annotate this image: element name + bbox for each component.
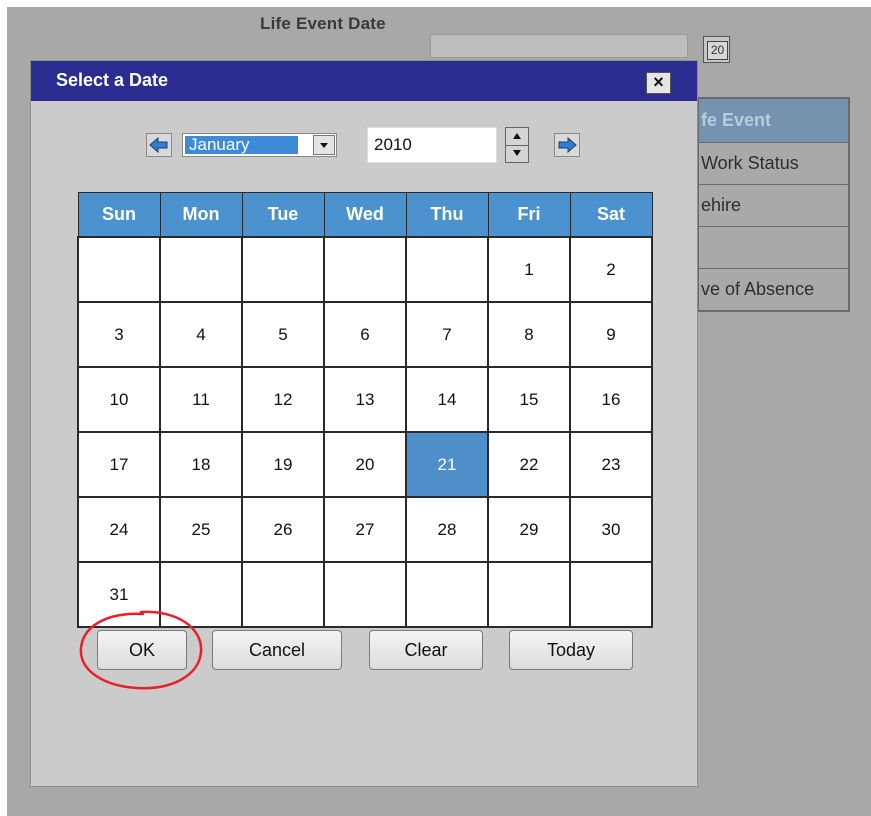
calendar-day-cell-selected[interactable]: 21 [405,431,489,498]
calendar-day-cell[interactable]: 12 [241,366,325,433]
calendar-day-cell[interactable]: 19 [241,431,325,498]
today-button[interactable]: Today [509,630,633,670]
year-spinner [505,127,529,163]
calendar-day-cell[interactable] [159,561,243,628]
calendar-grid: Sun Mon Tue Wed Thu Fri Sat 1 2 3 4 5 6 … [77,192,653,628]
calendar-day-cell[interactable]: 2 [569,236,653,303]
calendar-day-cell[interactable]: 23 [569,431,653,498]
calendar-day-cell[interactable] [405,561,489,628]
weekday-header: Wed [323,192,407,238]
life-event-date-label: Life Event Date [260,14,386,33]
calendar-day-cell[interactable] [159,236,243,303]
weekday-header: Fri [487,192,571,238]
calendar-day-cell[interactable]: 4 [159,301,243,368]
calendar-day-cell[interactable] [487,561,571,628]
year-decrement-button[interactable] [506,145,528,162]
calendar-week-row: 10 11 12 13 14 15 16 [77,366,653,433]
calendar-day-cell[interactable]: 29 [487,496,571,563]
calendar-day-cell[interactable]: 13 [323,366,407,433]
calendar-day-cell[interactable]: 18 [159,431,243,498]
calendar-day-cell[interactable]: 5 [241,301,325,368]
calendar-day-cell[interactable]: 15 [487,366,571,433]
spinner-down-icon [513,150,521,156]
calendar-day-cell[interactable]: 24 [77,496,161,563]
calendar-day-cell[interactable] [241,561,325,628]
weekday-header: Mon [159,192,243,238]
close-icon: × [653,72,664,92]
calendar-day-cell[interactable]: 1 [487,236,571,303]
calendar-day-cell[interactable]: 6 [323,301,407,368]
calendar-day-cell[interactable]: 27 [323,496,407,563]
calendar-icon-text: 20 [707,41,728,60]
calendar-day-cell[interactable] [323,561,407,628]
life-event-table-row: ehire [699,185,848,227]
weekday-header: Sat [569,192,653,238]
calendar-icon: 20 [703,36,730,63]
cancel-button[interactable]: Cancel [212,630,342,670]
calendar-day-cell[interactable] [323,236,407,303]
calendar-day-cell[interactable]: 31 [77,561,161,628]
life-event-table-header: fe Event [699,99,848,143]
calendar-day-cell[interactable]: 9 [569,301,653,368]
weekday-header: Tue [241,192,325,238]
life-event-table-row [699,227,848,269]
calendar-day-cell[interactable]: 8 [487,301,571,368]
weekday-header: Thu [405,192,489,238]
year-increment-button[interactable] [506,128,528,146]
calendar-day-cell[interactable] [405,236,489,303]
calendar-day-cell[interactable]: 20 [323,431,407,498]
calendar-day-cell[interactable]: 30 [569,496,653,563]
calendar-day-cell[interactable]: 28 [405,496,489,563]
calendar-week-row: 1 2 [77,236,653,303]
calendar-day-cell[interactable]: 22 [487,431,571,498]
life-event-date-input [430,34,688,58]
month-value: January [185,136,298,154]
calendar-day-cell[interactable]: 16 [569,366,653,433]
calendar-day-cell[interactable]: 3 [77,301,161,368]
calendar-week-row: 3 4 5 6 7 8 9 [77,301,653,368]
dialog-title-bar[interactable]: Select a Date × [31,61,697,101]
calendar-day-cell[interactable]: 25 [159,496,243,563]
calendar-day-cell[interactable] [77,236,161,303]
life-event-table: fe Event Work Status ehire ve of Absence [697,97,850,312]
month-dropdown-button[interactable] [313,135,335,155]
ok-button[interactable]: OK [97,630,187,670]
calendar-day-cell[interactable] [569,561,653,628]
calendar-day-cell[interactable] [241,236,325,303]
weekday-header-row: Sun Mon Tue Wed Thu Fri Sat [77,192,653,238]
life-event-table-row: ve of Absence [701,279,815,299]
calendar-day-cell[interactable]: 26 [241,496,325,563]
date-picker-dialog: Select a Date × January 2010 Sun Mon Tue… [30,60,698,787]
weekday-header: Sun [77,192,161,238]
calendar-day-cell[interactable]: 17 [77,431,161,498]
calendar-day-cell[interactable]: 7 [405,301,489,368]
arrow-left-icon [149,136,168,154]
life-event-table-row: Work Status [699,143,848,185]
arrow-right-icon [558,136,577,154]
chevron-down-icon [320,143,328,148]
calendar-week-row: 17 18 19 20 21 22 23 [77,431,653,498]
year-input[interactable]: 2010 [367,127,497,163]
clear-button[interactable]: Clear [369,630,483,670]
month-select[interactable]: January [182,133,337,157]
next-month-button[interactable] [554,133,580,157]
calendar-week-row: 24 25 26 27 28 29 30 [77,496,653,563]
calendar-day-cell[interactable]: 11 [159,366,243,433]
calendar-day-cell[interactable]: 14 [405,366,489,433]
previous-month-button[interactable] [146,133,172,157]
calendar-week-row: 31 [77,561,653,628]
calendar-day-cell[interactable]: 10 [77,366,161,433]
close-button[interactable]: × [646,72,671,94]
spinner-up-icon [513,133,521,139]
dialog-title: Select a Date [56,70,169,90]
